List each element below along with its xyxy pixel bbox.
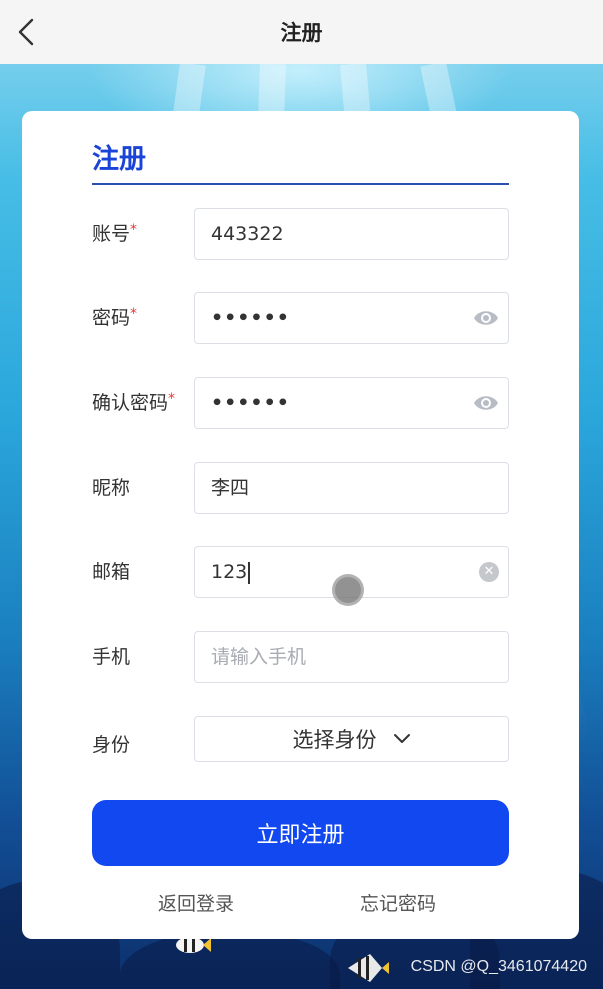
identity-select-value: 选择身份 xyxy=(292,728,377,752)
forgot-password-link[interactable]: 忘记密码 xyxy=(360,889,436,916)
required-mark: * xyxy=(130,306,138,322)
chevron-left-icon xyxy=(18,18,34,46)
identity-label: 身份 xyxy=(92,734,131,756)
phone-input[interactable]: 请输入手机 xyxy=(194,631,509,683)
email-label: 邮箱 xyxy=(92,561,131,583)
account-value: 443322 xyxy=(211,223,284,245)
password-input[interactable]: •••••• xyxy=(194,292,509,344)
nickname-row: 昵称 李四 xyxy=(92,462,509,514)
confirm-password-input[interactable]: •••••• xyxy=(194,377,509,429)
back-button[interactable] xyxy=(10,14,46,50)
watermark: CSDN @Q_3461074420 xyxy=(410,958,587,975)
clear-icon[interactable]: ✕ xyxy=(479,562,499,582)
required-mark: * xyxy=(130,222,138,238)
password-label: 密码* xyxy=(92,306,138,329)
card-title: 注册 xyxy=(92,144,146,175)
register-card: 注册 账号* 443322 密码* •••••• 确认密码* •••••• 昵称… xyxy=(22,111,579,939)
text-caret xyxy=(248,561,250,584)
confirm-password-label: 确认密码* xyxy=(92,391,176,414)
required-mark: * xyxy=(168,391,176,407)
eye-icon[interactable] xyxy=(472,392,500,414)
chevron-down-icon xyxy=(393,734,410,743)
email-value: 123 xyxy=(211,561,248,583)
phone-row: 手机 请输入手机 xyxy=(92,631,509,683)
identity-row: 身份 选择身份 xyxy=(92,716,509,768)
confirm-password-row: 确认密码* •••••• xyxy=(92,377,509,429)
confirm-password-value: •••••• xyxy=(211,392,290,414)
phone-label: 手机 xyxy=(92,646,131,668)
nickname-input[interactable]: 李四 xyxy=(194,462,509,514)
identity-select[interactable]: 选择身份 xyxy=(194,716,509,762)
title-divider xyxy=(92,183,509,185)
account-label: 账号* xyxy=(92,222,138,245)
app-header: 注册 xyxy=(0,0,603,64)
fish-decoration xyxy=(348,954,389,982)
eye-icon[interactable] xyxy=(472,307,500,329)
password-value: •••••• xyxy=(211,307,290,329)
page-title: 注册 xyxy=(280,21,323,45)
email-row: 邮箱 123 ✕ xyxy=(92,546,509,598)
account-input[interactable]: 443322 xyxy=(194,208,509,260)
back-to-login-link[interactable]: 返回登录 xyxy=(158,889,234,916)
phone-placeholder: 请输入手机 xyxy=(211,646,307,668)
account-row: 账号* 443322 xyxy=(92,208,509,260)
register-submit-button[interactable]: 立即注册 xyxy=(92,800,509,866)
password-row: 密码* •••••• xyxy=(92,292,509,344)
touch-indicator xyxy=(332,574,364,606)
nickname-value: 李四 xyxy=(211,477,250,499)
nickname-label: 昵称 xyxy=(92,477,131,499)
